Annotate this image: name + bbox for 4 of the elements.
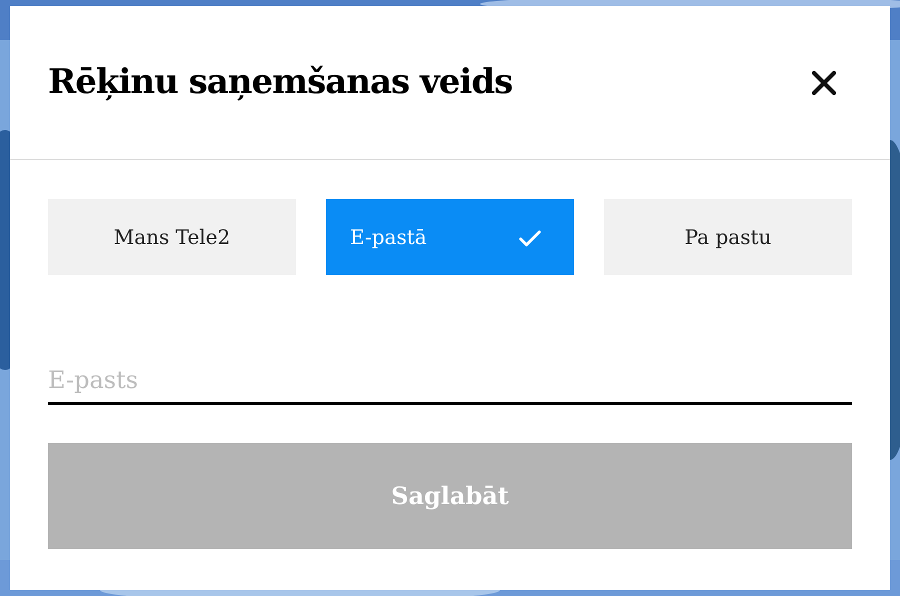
delivery-option[interactable]: Mans Tele2	[48, 199, 296, 275]
dialog-title: Rēķinu saņemšanas veids	[48, 61, 512, 104]
email-field[interactable]: E-pasts	[48, 357, 852, 405]
delivery-option[interactable]: Pa pastu	[604, 199, 852, 275]
